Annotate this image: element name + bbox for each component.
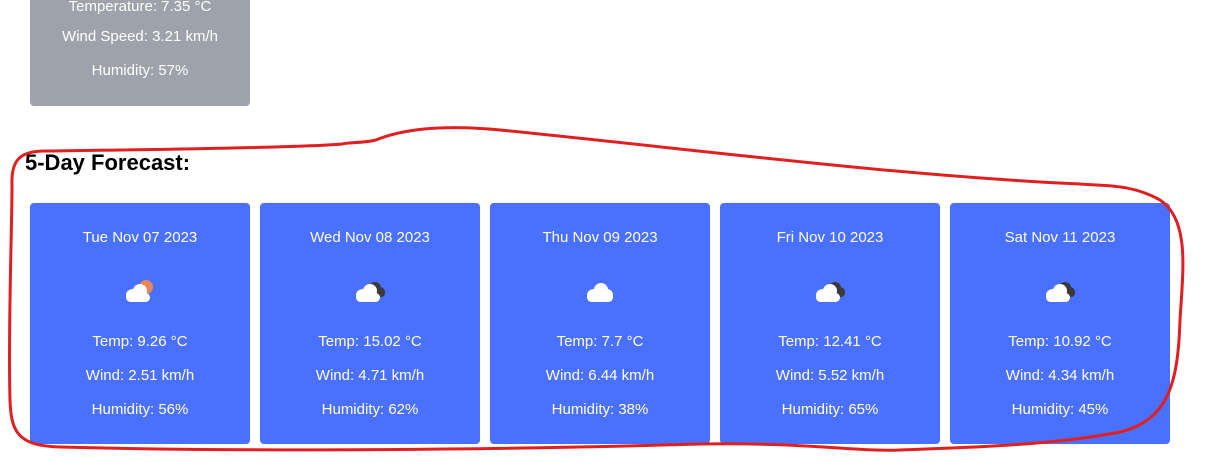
current-humidity: Humidity: 57% bbox=[91, 62, 189, 79]
forecast-temp: Temp: 9.26 °C bbox=[92, 333, 188, 350]
forecast-temp: Temp: 10.92 °C bbox=[1008, 333, 1112, 350]
forecast-date: Sat Nov 11 2023 bbox=[1004, 229, 1116, 246]
forecast-card-day-5: Sat Nov 11 2023 Temp: 10.92 °C Wind: 4.3… bbox=[950, 203, 1170, 444]
current-wind-speed: Wind Speed: 3.21 km/h bbox=[62, 28, 218, 45]
cloud-dark-icon bbox=[356, 282, 385, 302]
forecast-date: Wed Nov 08 2023 bbox=[310, 229, 430, 246]
current-temperature: Temperature: 7.35 °C bbox=[68, 0, 212, 15]
cloud-sun-icon bbox=[126, 280, 153, 302]
forecast-temp: Temp: 15.02 °C bbox=[318, 333, 422, 350]
forecast-date: Fri Nov 10 2023 bbox=[776, 229, 884, 246]
forecast-humidity: Humidity: 45% bbox=[1011, 401, 1109, 418]
forecast-wind: Wind: 4.71 km/h bbox=[315, 367, 425, 384]
forecast-card-day-3: Thu Nov 09 2023 Temp: 7.7 °C Wind: 6.44 … bbox=[490, 203, 710, 444]
weather-page: Temperature: 7.35 °C Wind Speed: 3.21 km… bbox=[0, 0, 1216, 463]
forecast-wind: Wind: 2.51 km/h bbox=[85, 367, 195, 384]
current-weather-card: Temperature: 7.35 °C Wind Speed: 3.21 km… bbox=[30, 0, 250, 106]
forecast-card-day-4: Fri Nov 10 2023 Temp: 12.41 °C Wind: 5.5… bbox=[720, 203, 940, 444]
cloud-dark-icon bbox=[816, 282, 845, 302]
forecast-wind: Wind: 4.34 km/h bbox=[1005, 367, 1115, 384]
forecast-humidity: Humidity: 56% bbox=[91, 401, 189, 418]
forecast-card-day-2: Wed Nov 08 2023 Temp: 15.02 °C Wind: 4.7… bbox=[260, 203, 480, 444]
forecast-date: Tue Nov 07 2023 bbox=[82, 229, 198, 246]
forecast-wind: Wind: 6.44 km/h bbox=[545, 367, 655, 384]
cloud-icon bbox=[587, 283, 613, 302]
forecast-card-day-1: Tue Nov 07 2023 Temp: 9.26 °C Wind: 2.51… bbox=[30, 203, 250, 444]
forecast-humidity: Humidity: 38% bbox=[551, 401, 649, 418]
forecast-temp: Temp: 12.41 °C bbox=[778, 333, 882, 350]
forecast-heading: 5-Day Forecast: bbox=[25, 150, 191, 175]
forecast-date: Thu Nov 09 2023 bbox=[542, 229, 658, 246]
forecast-humidity: Humidity: 62% bbox=[321, 401, 419, 418]
cloud-dark-icon bbox=[1046, 282, 1075, 302]
forecast-humidity: Humidity: 65% bbox=[781, 401, 879, 418]
forecast-temp: Temp: 7.7 °C bbox=[556, 333, 644, 350]
forecast-wind: Wind: 5.52 km/h bbox=[775, 367, 885, 384]
